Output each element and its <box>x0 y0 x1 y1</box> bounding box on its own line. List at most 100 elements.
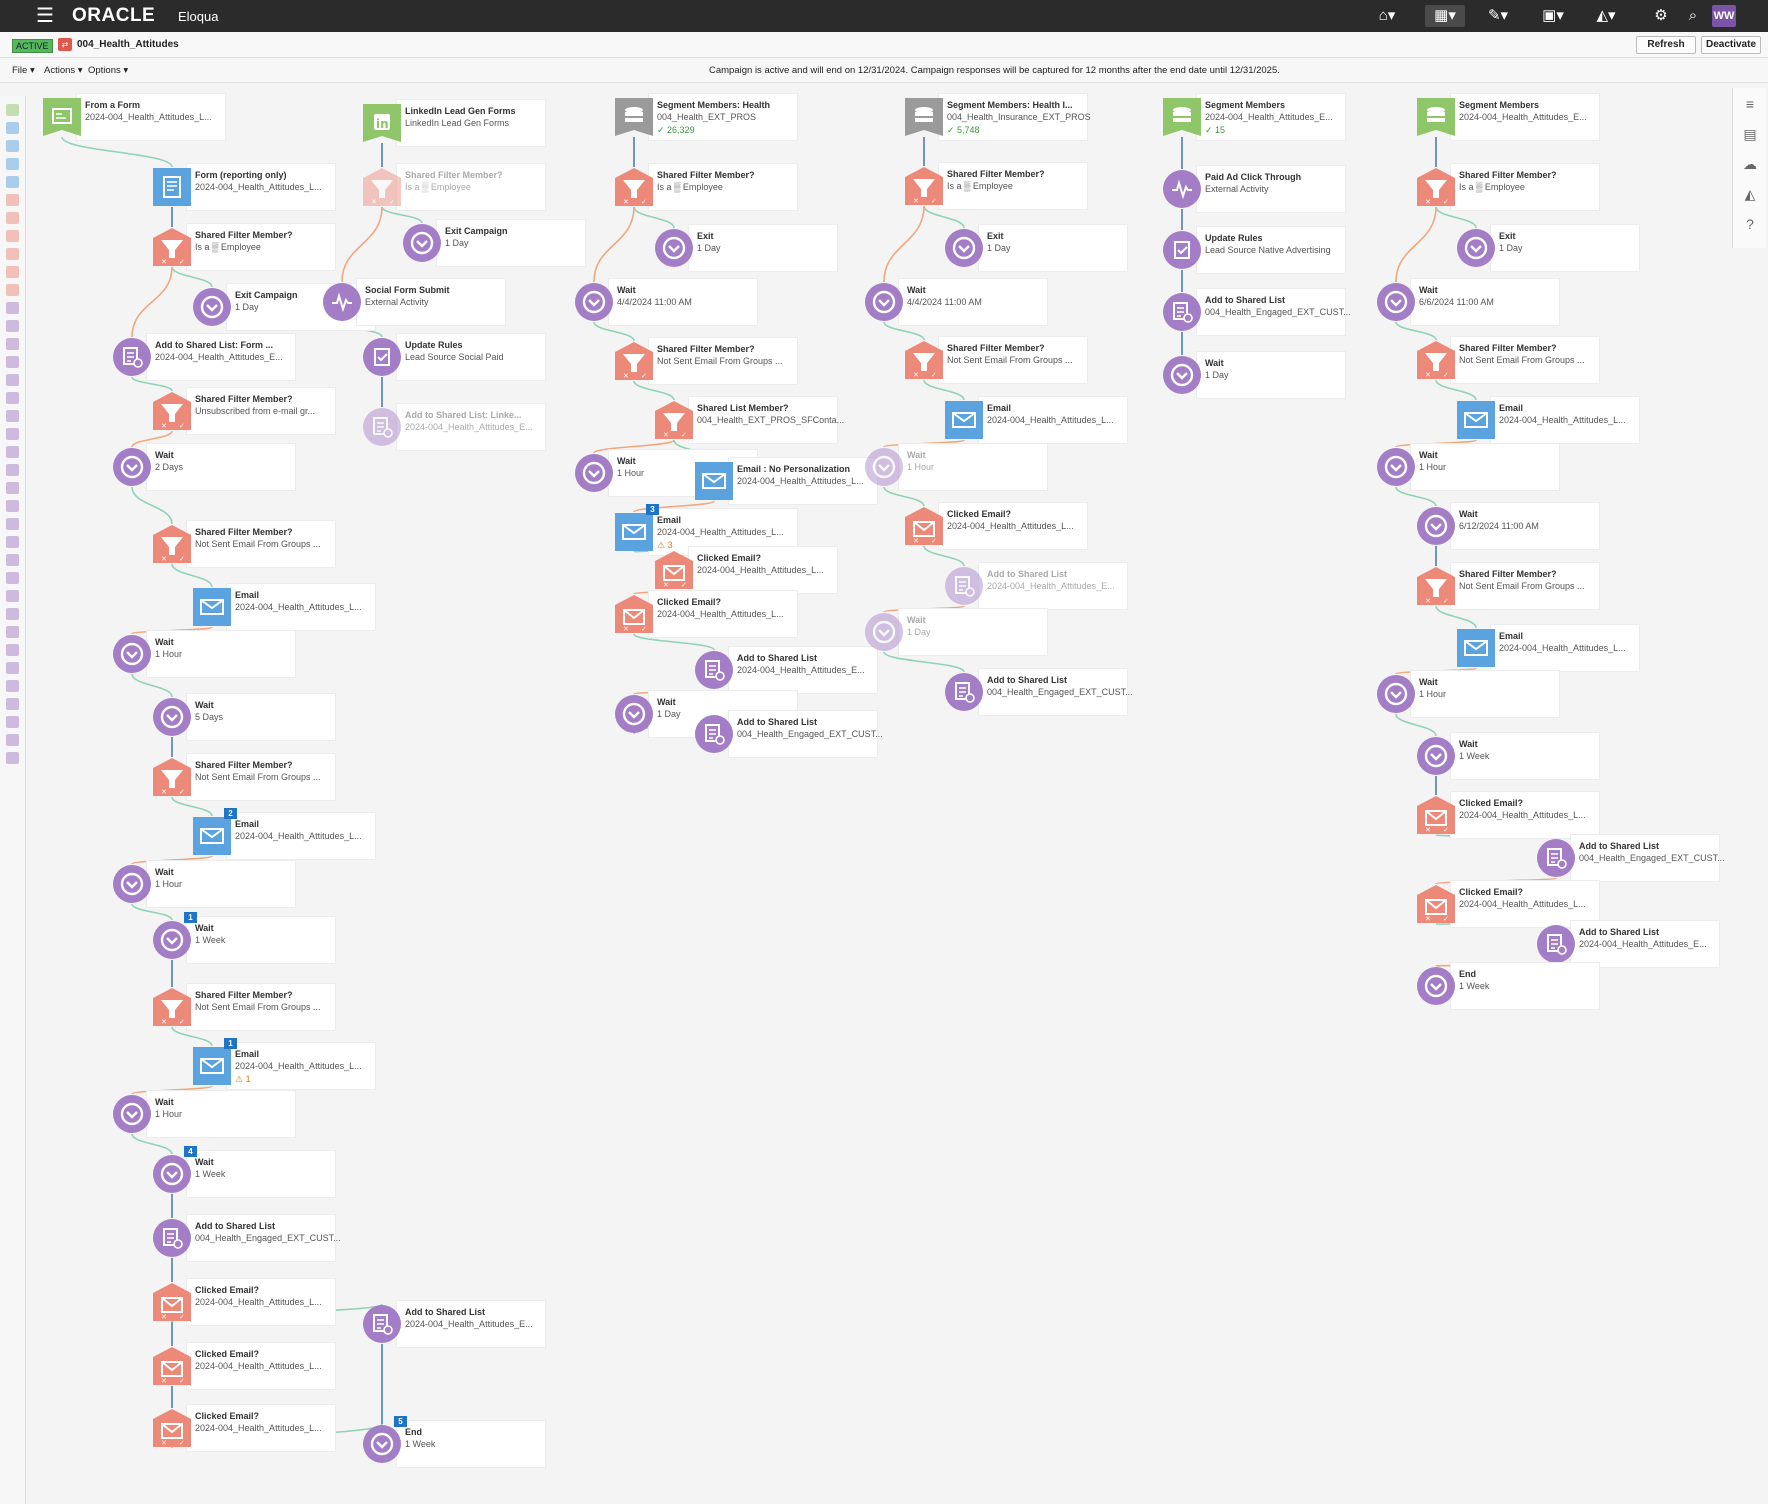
database-icon[interactable] <box>1162 97 1202 137</box>
wait-step-card[interactable]: Exit 1 Day <box>978 224 1128 272</box>
shared-filter-step-card[interactable]: Shared Filter Member? Not Sent Email From… <box>1450 562 1600 610</box>
filter-icon[interactable]: ✕ ✓ <box>1416 340 1456 380</box>
filter-icon[interactable]: ✕ ✓ <box>614 167 654 207</box>
add-to-shared-list-step-card[interactable]: Add to Shared List: Form ... 2024-004_Hea… <box>146 333 296 381</box>
clock-icon[interactable] <box>402 223 442 263</box>
wait-step-card[interactable]: Wait 1 Hour <box>146 1090 296 1138</box>
shared-filter-step-card[interactable]: Shared Filter Member? Is a ▒ Employee <box>396 163 546 211</box>
add-to-shared-list-step-card[interactable]: Add to Shared List 2024-004_Health_Attitu… <box>728 646 878 694</box>
list-add-icon[interactable] <box>694 650 734 690</box>
filter-icon[interactable]: ✕ ✓ <box>904 340 944 380</box>
clock-icon[interactable] <box>614 694 654 734</box>
segment-members-step-card[interactable]: Segment Members 2024-004_Health_Attitudes… <box>1450 93 1600 141</box>
clicked-email-step-card[interactable]: Clicked Email? 2024-004_Health_Attitudes_… <box>186 1342 336 1390</box>
clock-icon[interactable] <box>864 447 904 487</box>
envelope-icon[interactable]: ✕ ✓ <box>614 594 654 634</box>
form-icon[interactable] <box>152 167 192 207</box>
envelope-icon[interactable] <box>1456 400 1496 440</box>
shared-filter-step-card[interactable]: Shared Filter Member? Is a ▒ Employee <box>1450 163 1600 211</box>
wait-step-card[interactable]: Exit 1 Day <box>688 224 838 272</box>
list-add-icon[interactable] <box>694 714 734 754</box>
update-rules-step-card[interactable]: Update Rules Lead Source Native Advertisi… <box>1196 226 1346 274</box>
checklist-icon[interactable] <box>362 337 402 377</box>
segment-members-step-card[interactable]: Segment Members: Health 004_Health_EXT_PR… <box>648 93 798 141</box>
wait-step-card[interactable]: Wait 1 Day <box>898 608 1048 656</box>
envelope-icon[interactable] <box>192 587 232 627</box>
list-add-icon[interactable] <box>1536 924 1576 964</box>
clock-icon[interactable] <box>1162 355 1202 395</box>
form-step-card[interactable]: Form (reporting only) 2024-004_Health_Att… <box>186 163 336 211</box>
envelope-icon[interactable] <box>944 400 984 440</box>
envelope-icon[interactable] <box>694 461 734 501</box>
wait-step-card[interactable]: Wait 1 Day <box>1196 351 1346 399</box>
segment-members-step-card[interactable]: Segment Members: Health I... 004_Health_I… <box>938 93 1091 141</box>
filter-icon[interactable]: ✕ ✓ <box>362 167 402 207</box>
shared-filter-step-card[interactable]: Shared Filter Member? Unsubscribed from e… <box>186 387 336 435</box>
envelope-icon[interactable] <box>192 816 232 856</box>
contact-count-badge[interactable]: 1 <box>224 1038 237 1049</box>
clicked-email-step-card[interactable]: Clicked Email? 2024-004_Health_Attitudes_… <box>186 1278 336 1326</box>
list-add-icon[interactable] <box>1536 838 1576 878</box>
shared-filter-step-card[interactable]: Shared Filter Member? Not Sent Email From… <box>186 520 336 568</box>
email-step-card[interactable]: Email 2024-004_Health_Attitudes_L... <box>226 812 376 860</box>
activity-pulse-icon[interactable] <box>1162 169 1202 209</box>
shared-filter-step-card[interactable]: Shared Filter Member? Is a ▒ Employee <box>938 162 1088 210</box>
wait-step-card[interactable]: Wait 1 Week <box>1450 732 1600 780</box>
filter-icon[interactable]: ✕ ✓ <box>614 341 654 381</box>
clock-icon[interactable] <box>654 228 694 268</box>
email-step-card[interactable]: Email 2024-004_Health_Attitudes_L... ⚠ 1 <box>226 1042 376 1090</box>
wait-step-card[interactable]: Wait 1 Hour <box>146 630 296 678</box>
envelope-icon[interactable]: ✕ ✓ <box>152 1282 192 1322</box>
envelope-icon[interactable]: ✕ ✓ <box>1416 795 1456 835</box>
shared-filter-step-card[interactable]: Shared Filter Member? Not Sent Email From… <box>186 753 336 801</box>
wait-step-card[interactable]: Wait 5 Days <box>186 693 336 741</box>
clock-icon[interactable] <box>1376 447 1416 487</box>
clock-icon[interactable] <box>574 282 614 322</box>
add-to-shared-list-step-card[interactable]: Add to Shared List 2024-004_Health_Attitu… <box>978 562 1128 610</box>
add-to-shared-list-step-card[interactable]: Add to Shared List 004_Health_Engaged_EXT… <box>1196 288 1351 336</box>
clicked-email-step-card[interactable]: Clicked Email? 2024-004_Health_Attitudes_… <box>186 1404 336 1452</box>
add-to-shared-list-step-card[interactable]: Add to Shared List 004_Health_Engaged_EXT… <box>728 710 883 758</box>
form-entry-step-card[interactable]: From a Form 2024-004_Health_Attitudes_L..… <box>76 93 226 141</box>
wait-step-card[interactable]: Exit Campaign 1 Day <box>436 219 586 267</box>
wait-step-card[interactable]: Wait 4/4/2024 11:00 AM <box>898 278 1048 326</box>
add-to-shared-list-step-card[interactable]: Add to Shared List 004_Health_Engaged_EXT… <box>978 668 1133 716</box>
list-add-icon[interactable] <box>1162 292 1202 332</box>
envelope-icon[interactable] <box>614 512 654 552</box>
clock-icon[interactable] <box>112 634 152 674</box>
checklist-icon[interactable] <box>1162 230 1202 270</box>
wait-step-card[interactable]: Wait 1 Hour <box>1410 670 1560 718</box>
filter-icon[interactable]: ✕ ✓ <box>1416 566 1456 606</box>
clock-icon[interactable] <box>192 287 232 327</box>
add-to-shared-list-step-card[interactable]: Add to Shared List 2024-004_Health_Attitu… <box>1570 920 1720 968</box>
list-add-icon[interactable] <box>362 407 402 447</box>
contact-count-badge[interactable]: 5 <box>394 1416 407 1427</box>
clicked-email-step-card[interactable]: Clicked Email? 2024-004_Health_Attitudes_… <box>1450 791 1600 839</box>
filter-icon[interactable]: ✕ ✓ <box>904 166 944 206</box>
add-to-shared-list-step-card[interactable]: Add to Shared List 2024-004_Health_Attitu… <box>396 1300 546 1348</box>
envelope-icon[interactable] <box>1456 628 1496 668</box>
clock-icon[interactable] <box>362 1424 402 1464</box>
contact-count-badge[interactable]: 3 <box>646 504 659 515</box>
wait-step-card[interactable]: Wait 1 Week <box>186 1150 336 1198</box>
shared-filter-step-card[interactable]: Shared Filter Member? Is a ▒ Employee <box>186 223 336 271</box>
email-step-card[interactable]: Email 2024-004_Health_Attitudes_L... <box>1490 396 1640 444</box>
update-rules-step-card[interactable]: Update Rules Lead Source Social Paid <box>396 333 546 381</box>
contact-count-badge[interactable]: 2 <box>224 808 237 819</box>
list-add-icon[interactable] <box>944 672 984 712</box>
wait-step-card[interactable]: Wait 1 Hour <box>1410 443 1560 491</box>
database-icon[interactable] <box>904 97 944 137</box>
envelope-icon[interactable]: ✕ ✓ <box>152 1346 192 1386</box>
shared-filter-step-card[interactable]: Shared Filter Member? Is a ▒ Employee <box>648 163 798 211</box>
email-step-card[interactable]: Email 2024-004_Health_Attitudes_L... <box>978 396 1128 444</box>
activity-pulse-icon[interactable] <box>322 282 362 322</box>
clicked-email-step-card[interactable]: Clicked Email? 2024-004_Health_Attitudes_… <box>938 502 1088 550</box>
add-to-shared-list-step-card[interactable]: Add to Shared List 004_Health_Engaged_EXT… <box>186 1214 341 1262</box>
shared-filter-step-card[interactable]: Shared Filter Member? Not Sent Email From… <box>1450 336 1600 384</box>
shared-filter-step-card[interactable]: Shared Filter Member? Not Sent Email From… <box>648 337 798 385</box>
wait-step-card[interactable]: Wait 2 Days <box>146 443 296 491</box>
email-step-card[interactable]: Email 2024-004_Health_Attitudes_L... <box>226 583 376 631</box>
envelope-icon[interactable]: ✕ ✓ <box>904 506 944 546</box>
external-activity-step-card[interactable]: Social Form Submit External Activity <box>356 278 506 326</box>
filter-icon[interactable]: ✕ ✓ <box>152 524 192 564</box>
